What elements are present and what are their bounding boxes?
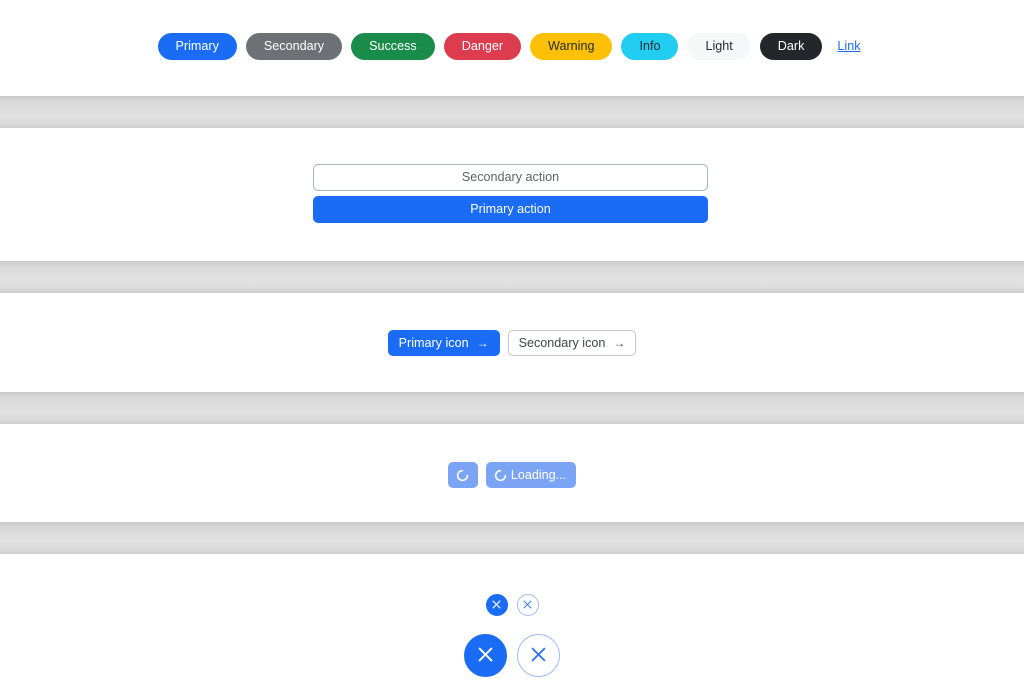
primary-action-button[interactable]: Primary action xyxy=(313,196,708,223)
spinner-icon xyxy=(456,469,469,482)
secondary-icon-button[interactable]: Secondary icon → xyxy=(507,330,637,356)
loading-text-button[interactable]: Loading... xyxy=(485,462,577,488)
close-button-small-outline[interactable] xyxy=(516,594,539,616)
button-info[interactable]: Info xyxy=(621,33,679,60)
button-secondary[interactable]: Secondary xyxy=(245,33,343,60)
section-divider-2 xyxy=(0,261,1024,293)
block-buttons-group: Secondary action Primary action xyxy=(313,164,708,223)
loading-buttons-row: Loading... xyxy=(0,462,1024,488)
loading-icon-button[interactable] xyxy=(447,462,478,488)
button-light[interactable]: Light xyxy=(687,33,751,60)
close-button-large-filled[interactable] xyxy=(464,634,507,677)
secondary-icon-button-label: Secondary icon xyxy=(518,335,606,350)
primary-icon-button-label: Primary icon xyxy=(398,335,469,350)
loading-button-label: Loading... xyxy=(510,467,567,482)
primary-icon-button[interactable]: Primary icon → xyxy=(387,330,500,356)
button-showcase-page: Primary Secondary Success Danger Warning… xyxy=(0,0,1024,699)
close-buttons-small-row xyxy=(0,594,1024,616)
button-dark[interactable]: Dark xyxy=(759,33,823,60)
button-success[interactable]: Success xyxy=(351,33,435,60)
close-icon xyxy=(475,644,496,668)
spinner-icon xyxy=(494,469,507,482)
close-icon xyxy=(522,598,533,613)
close-icon xyxy=(528,644,549,668)
contextual-buttons-row: Primary Secondary Success Danger Warning… xyxy=(0,33,1024,60)
secondary-action-button[interactable]: Secondary action xyxy=(313,164,708,191)
button-link[interactable]: Link xyxy=(831,34,866,59)
icon-buttons-row: Primary icon → Secondary icon → xyxy=(0,330,1024,356)
button-danger[interactable]: Danger xyxy=(443,33,522,60)
section-divider-3 xyxy=(0,392,1024,424)
button-primary[interactable]: Primary xyxy=(157,33,237,60)
section-divider-1 xyxy=(0,96,1024,128)
close-buttons-large-row xyxy=(0,634,1024,677)
arrow-right-icon: → xyxy=(476,336,489,350)
close-icon xyxy=(491,598,502,613)
button-warning[interactable]: Warning xyxy=(530,33,613,60)
arrow-right-icon: → xyxy=(613,336,626,350)
close-button-small-filled[interactable] xyxy=(485,594,508,616)
close-button-large-outline[interactable] xyxy=(517,634,560,677)
section-divider-4 xyxy=(0,522,1024,554)
